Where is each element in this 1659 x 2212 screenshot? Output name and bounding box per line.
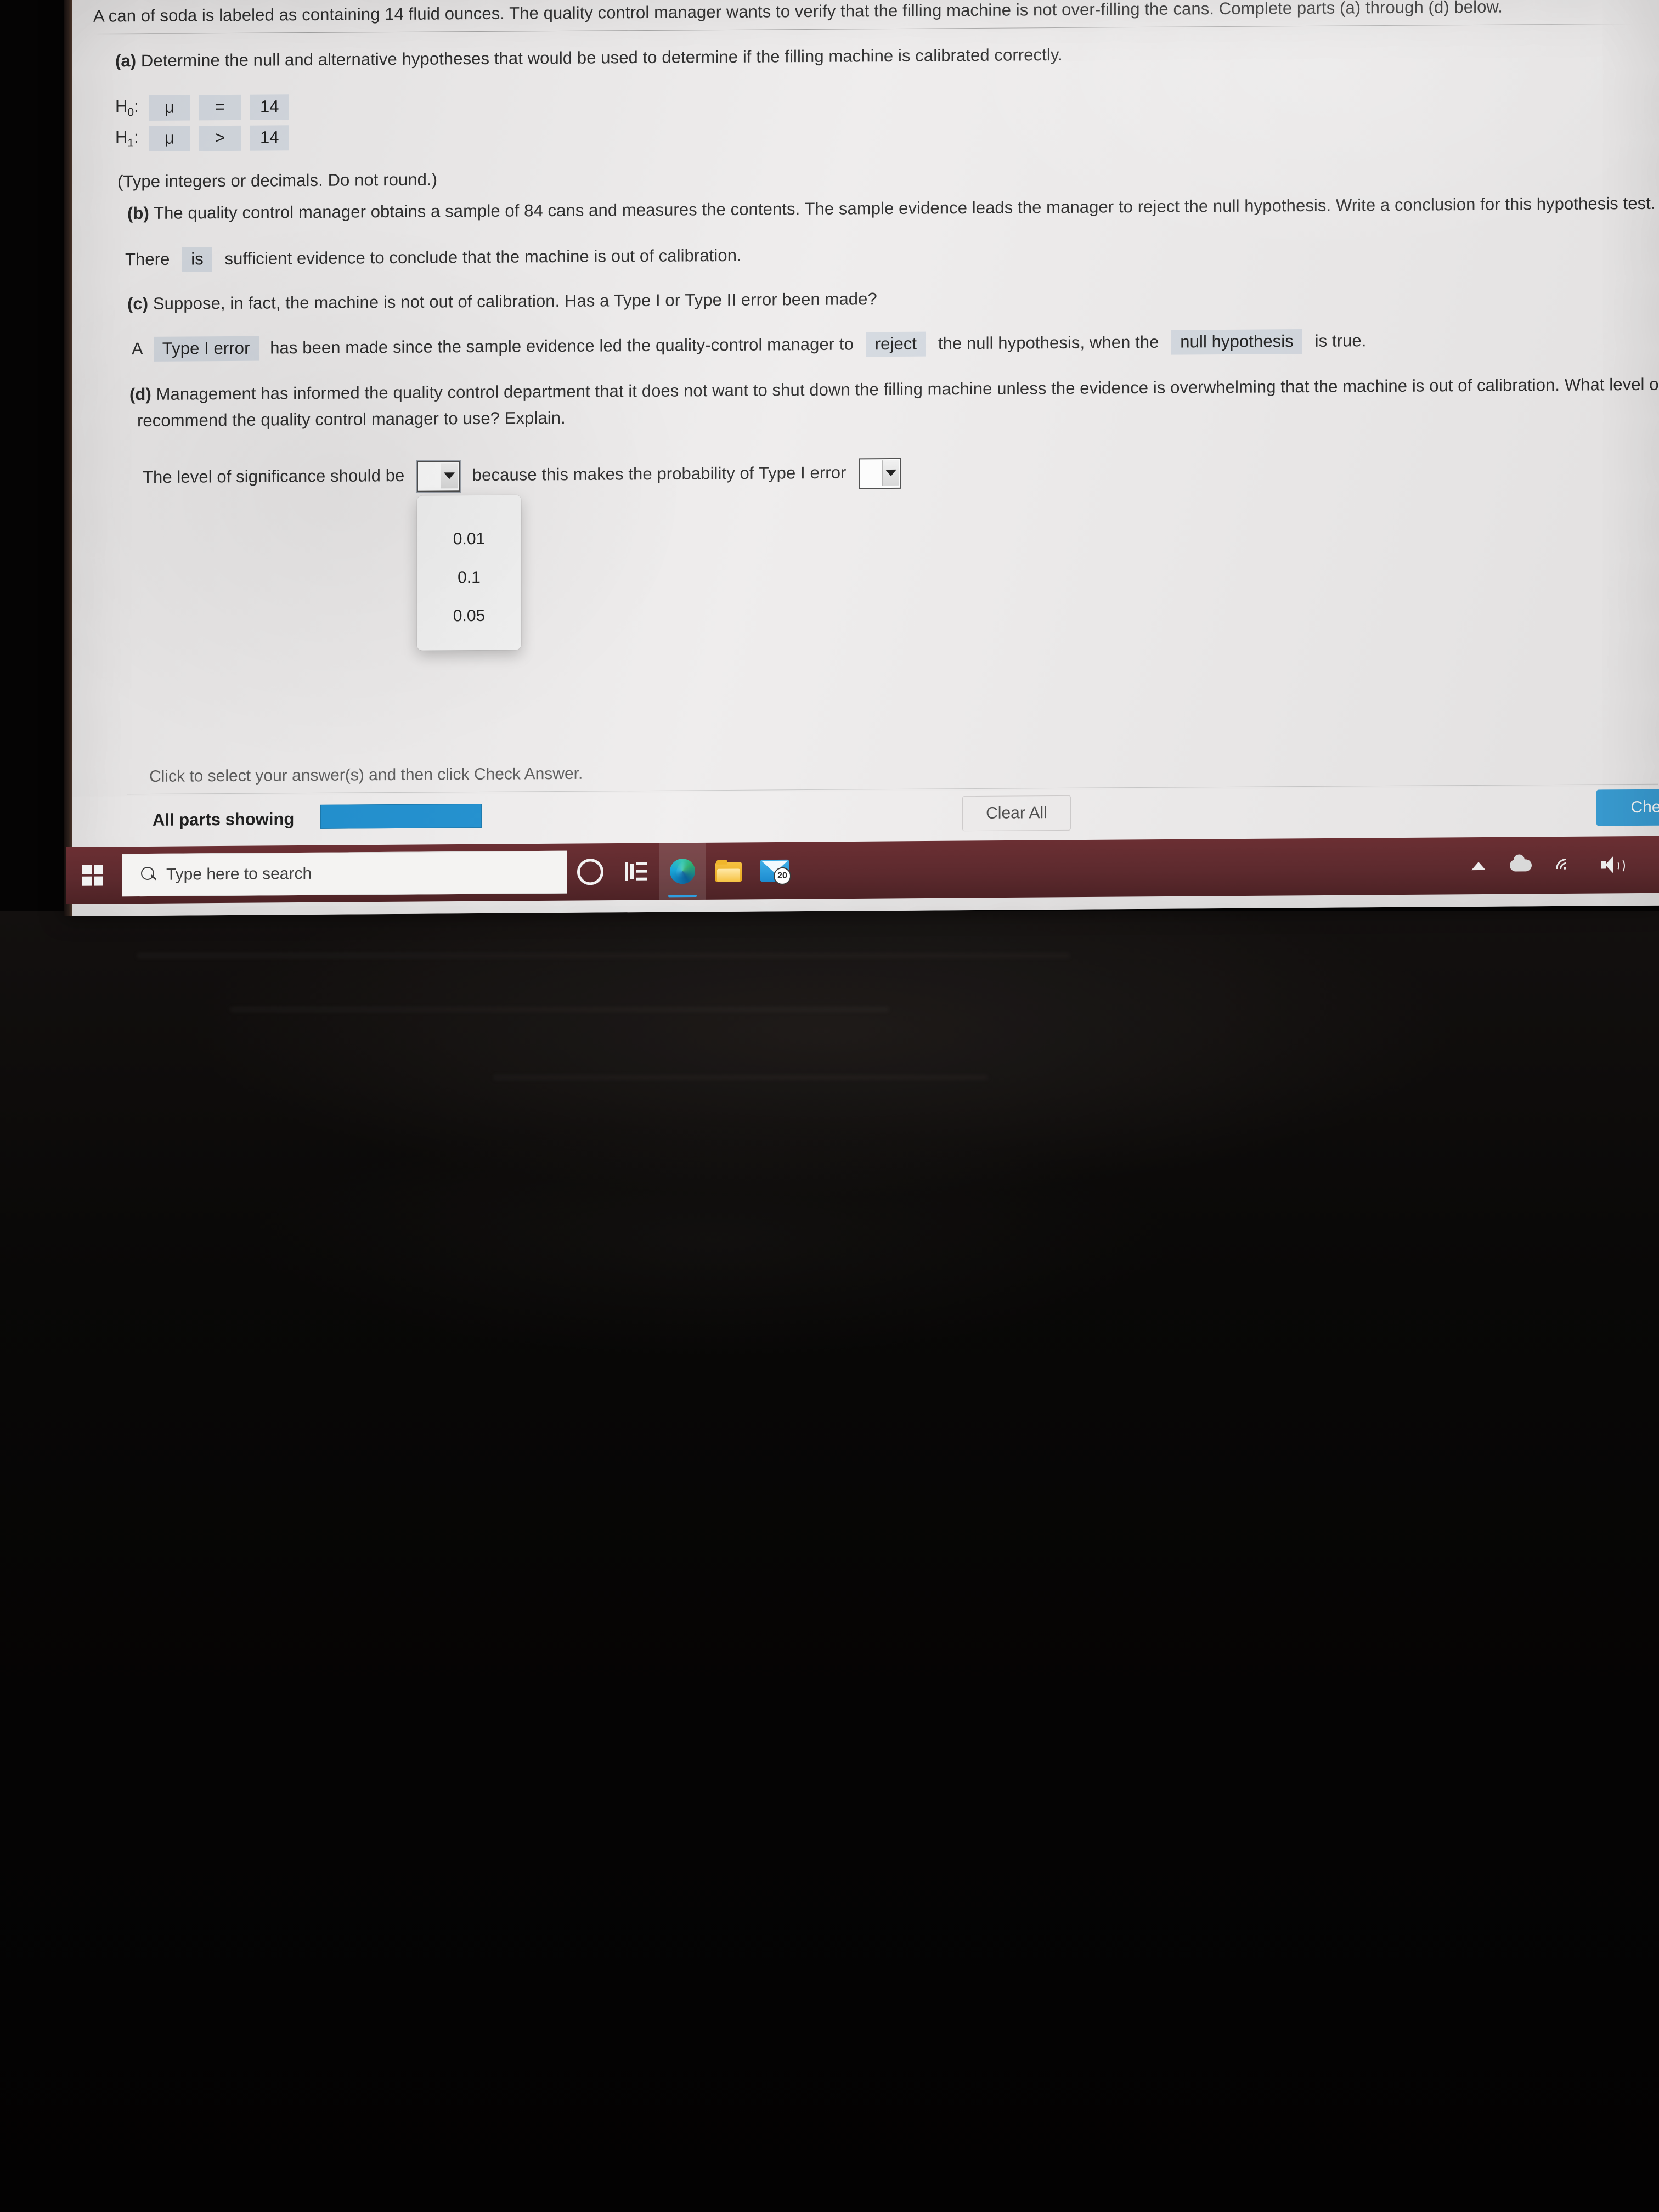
cortana-button[interactable] [567,843,613,901]
answer-instruction-hint: Click to select your answer(s) and then … [149,764,583,786]
part-b-label: (b) [127,203,149,223]
start-icon [82,865,103,886]
part-a-label: (a) [115,51,137,71]
dropdown-option-2[interactable]: 0.05 [417,597,521,636]
part-a-prompt: (a) Determine the null and alternative h… [115,40,1596,72]
part-b-blank-is[interactable]: is [182,247,212,272]
search-placeholder-text: Type here to search [166,864,312,884]
part-c-blank-error-type[interactable]: Type I error [153,336,259,362]
part-a-note: (Type integers or decimals. Do not round… [117,170,438,191]
taskbar-search-box[interactable]: Type here to search [122,850,567,897]
photographed-monitor-scene: A can of soda is labeled as containing 1… [0,0,1659,2212]
file-explorer-button[interactable] [706,842,752,900]
h1-operator-field[interactable]: > [199,125,241,151]
h1-parameter-field[interactable]: μ [149,126,190,151]
progress-bar [320,803,482,829]
hypotheses-grid: H0: μ = 14 H1: μ > 14 [115,94,297,157]
part-b-suffix: sufficient evidence to conclude that the… [224,245,742,269]
volume-speaker-icon[interactable] [1601,856,1625,874]
probability-effect-dropdown[interactable] [859,458,902,489]
show-hidden-icons-chevron[interactable] [1471,861,1486,870]
part-d-prompt-line2: recommend the quality control manager to… [137,408,566,431]
h0-operator-field[interactable]: = [199,94,241,121]
onedrive-cloud-icon[interactable] [1510,859,1532,872]
part-c-answer-line: A Type I error has been made since the s… [132,329,1366,362]
mathxl-exercise-app: A can of soda is labeled as containing 1… [72,0,1659,916]
part-d-answer-line: The level of significance should be beca… [143,458,909,494]
significance-level-dropdown-menu[interactable]: 0.01 0.1 0.05 [417,495,521,651]
check-answer-button[interactable]: Check [1596,789,1659,826]
alternative-hypothesis-row: H1: μ > 14 [115,125,297,151]
monitor-screen: A can of soda is labeled as containing 1… [64,0,1659,916]
mail-unread-badge: 20 [774,867,791,885]
file-explorer-icon [715,860,742,882]
search-icon [141,867,157,883]
microsoft-edge-button[interactable] [659,842,706,900]
part-b-prefix: There [125,249,170,269]
significance-level-dropdown[interactable] [417,461,460,492]
part-d-prefix: The level of significance should be [143,466,405,487]
part-c-seg3: the null hypothesis, when the [938,332,1159,353]
start-button[interactable] [66,847,120,904]
h0-value-field[interactable]: 14 [250,94,289,120]
dropdown-option-0[interactable]: 0.01 [417,520,521,559]
part-b-answer-line: There is sufficient evidence to conclude… [125,244,742,273]
null-hypothesis-row: H0: μ = 14 [115,94,297,121]
part-b-text: The quality control manager obtains a sa… [154,193,1656,223]
part-d-label: (d) [129,384,151,404]
cortana-icon [577,859,603,885]
part-c-seg1: A [132,339,143,359]
clear-all-button[interactable]: Clear All [962,795,1071,832]
monitor-bezel-left [64,0,72,916]
mail-button[interactable]: 20 [752,842,798,900]
edge-icon [670,858,695,884]
part-a-text: Determine the null and alternative hypot… [140,44,1063,71]
part-d-text-1: Management has informed the quality cont… [156,374,1659,404]
problem-stem: A can of soda is labeled as containing 1… [93,0,1503,26]
mail-icon: 20 [760,859,791,885]
part-b-prompt: (b) The quality control manager obtains … [127,193,1656,225]
h1-value-field[interactable]: 14 [250,125,289,151]
network-wifi-icon[interactable] [1551,854,1581,884]
dropdown-option-1[interactable]: 0.1 [417,558,521,597]
part-c-seg2: has been made since the sample evidence … [270,334,854,358]
part-c-label: (c) [127,294,149,314]
system-tray [1471,854,1659,884]
part-d-prompt-line1: (d) Management has informed the quality … [129,373,1659,406]
h0-label: H0: [115,97,139,119]
windows-taskbar: Type here to search 20 [66,836,1659,904]
h1-label: H1: [115,127,139,150]
chevron-down-icon-2 [882,460,900,486]
chevron-down-icon [441,463,458,489]
dark-surround-reflection [0,911,1659,2212]
task-view-button[interactable] [613,843,659,900]
part-c-blank-true-hypothesis[interactable]: null hypothesis [1171,329,1302,355]
all-parts-showing-label: All parts showing [153,809,295,830]
h0-parameter-field[interactable]: μ [149,95,190,121]
part-d-middle: because this makes the probability of Ty… [472,462,847,485]
part-c-seg4: is true. [1314,331,1367,351]
task-view-icon [625,862,648,881]
part-c-text: Suppose, in fact, the machine is not out… [153,289,877,313]
part-c-blank-decision[interactable]: reject [866,331,926,357]
part-c-prompt: (c) Suppose, in fact, the machine is not… [127,288,877,315]
